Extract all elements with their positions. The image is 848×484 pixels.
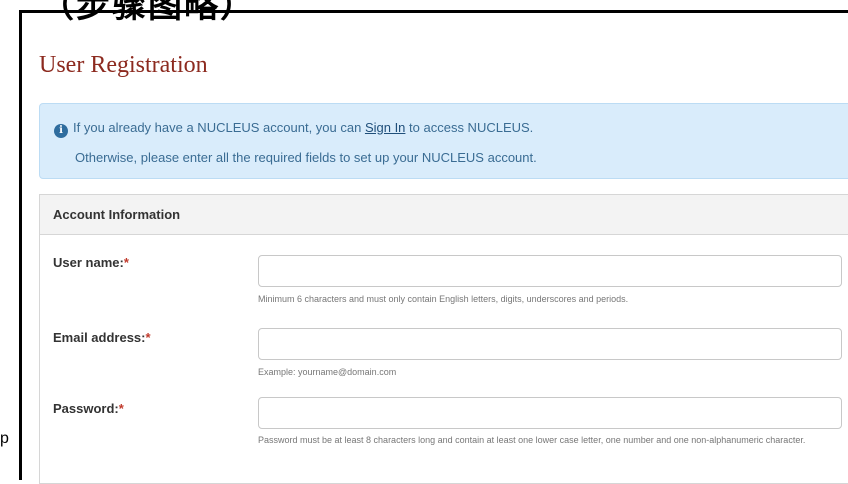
sign-in-link[interactable]: Sign In xyxy=(365,120,405,135)
account-information-panel: Account Information User name:* Minimum … xyxy=(39,194,848,484)
password-input[interactable] xyxy=(258,397,842,429)
username-label-text: User name: xyxy=(53,255,124,270)
required-mark: * xyxy=(123,255,129,270)
email-input[interactable] xyxy=(258,328,842,360)
info-line-2: Otherwise, please enter all the required… xyxy=(75,150,537,165)
required-mark: * xyxy=(118,401,124,416)
page-title: User Registration xyxy=(39,52,208,78)
username-label: User name:* xyxy=(53,255,129,270)
email-label-text: Email address: xyxy=(53,330,146,345)
username-help: Minimum 6 characters and must only conta… xyxy=(258,294,629,304)
password-label: Password:* xyxy=(53,401,124,416)
stray-text: p xyxy=(0,430,9,447)
info-prefix-text: If you already have a NUCLEUS account, y… xyxy=(73,120,365,135)
info-alert: i If you already have a NUCLEUS account, … xyxy=(39,103,848,179)
required-mark: * xyxy=(145,330,151,345)
email-label: Email address:* xyxy=(53,330,151,345)
username-input[interactable] xyxy=(258,255,842,287)
info-circle-icon: i xyxy=(54,124,68,138)
password-label-text: Password: xyxy=(53,401,119,416)
panel-heading: Account Information xyxy=(40,195,848,235)
password-help: Password must be at least 8 characters l… xyxy=(258,435,806,445)
email-help: Example: yourname@domain.com xyxy=(258,367,397,377)
info-suffix-text: to access NUCLEUS. xyxy=(405,120,534,135)
info-line-1: i If you already have a NUCLEUS account, … xyxy=(54,120,533,138)
